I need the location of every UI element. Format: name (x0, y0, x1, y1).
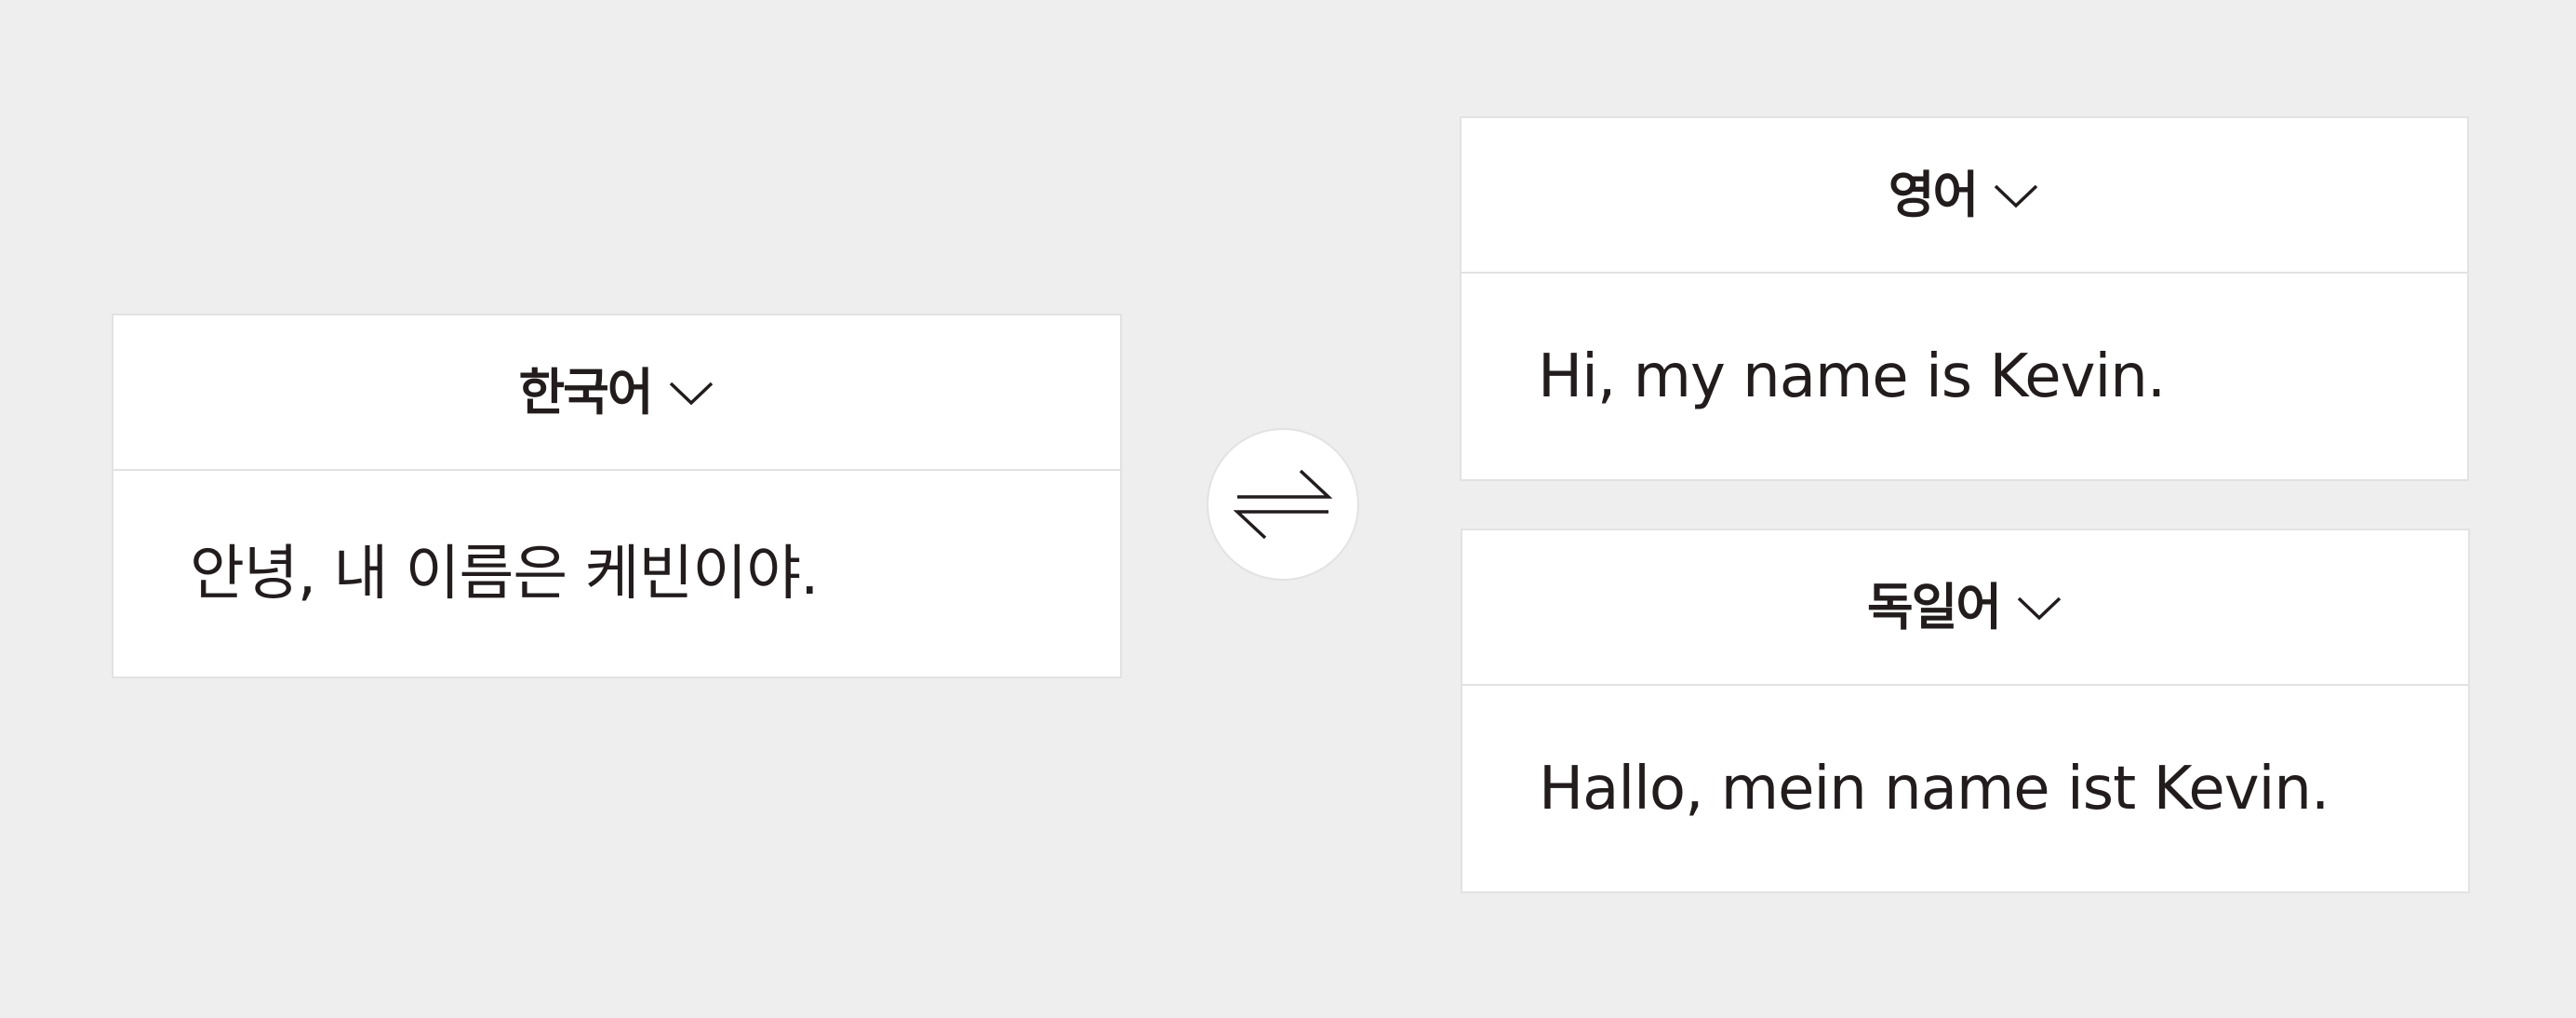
source-text: 안녕, 내 이름은 케빈이야. (190, 539, 820, 609)
source-text-area[interactable]: 안녕, 내 이름은 케빈이야. (113, 471, 1120, 676)
chevron-down-icon (1992, 181, 2040, 210)
target-language-label: 영어 (1888, 165, 1979, 224)
swap-languages-button[interactable] (1207, 428, 1359, 581)
target-panel-german: 독일어 Hallo, mein name ist Kevin. (1461, 529, 2470, 893)
source-language-label: 한국어 (518, 362, 653, 422)
source-language-selector[interactable]: 한국어 (113, 315, 1120, 471)
target-text-area-german: Hallo, mein name ist Kevin. (1462, 686, 2468, 891)
target-language-selector-english[interactable]: 영어 (1462, 118, 2467, 274)
chevron-down-icon (667, 378, 715, 408)
target-text: Hallo, mein name ist Kevin. (1539, 754, 2329, 824)
target-text: Hi, my name is Kevin. (1538, 342, 2166, 411)
target-language-selector-german[interactable]: 독일어 (1462, 530, 2468, 686)
target-panel-english: 영어 Hi, my name is Kevin. (1460, 116, 2469, 481)
source-panel: 한국어 안녕, 내 이름은 케빈이야. (112, 314, 1122, 678)
swap-arrows-icon (1233, 469, 1333, 540)
chevron-down-icon (2015, 593, 2063, 623)
target-text-area-english: Hi, my name is Kevin. (1462, 274, 2467, 479)
target-language-label: 독일어 (1866, 577, 2002, 636)
